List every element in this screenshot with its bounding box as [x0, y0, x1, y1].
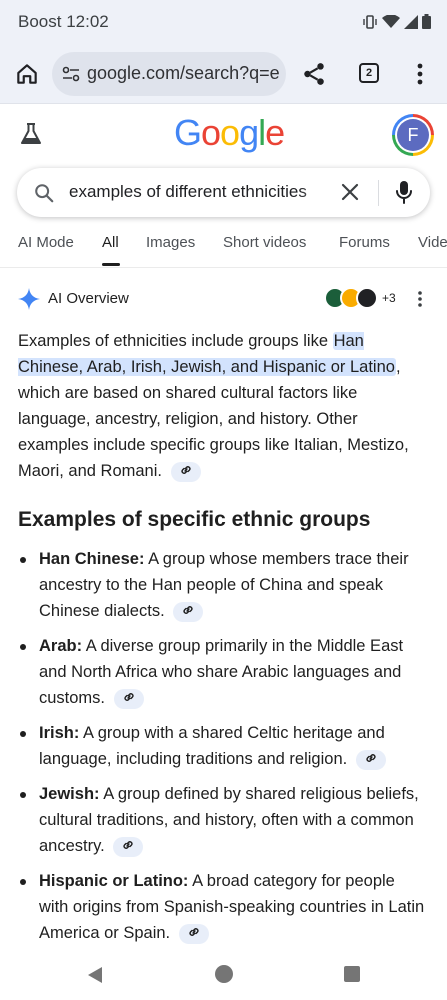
list-item: Hispanic or Latino: A broad category for… [18, 868, 428, 946]
list-item: Irish: A group with a shared Celtic heri… [18, 720, 428, 772]
tab-videos[interactable]: Vide [418, 234, 447, 251]
active-tab-indicator [102, 263, 120, 266]
tab-forums[interactable]: Forums [339, 234, 390, 251]
section-title: Examples of specific ethnic groups [18, 508, 371, 531]
tab-ai-mode[interactable]: AI Mode [18, 234, 74, 251]
link-icon [183, 605, 193, 614]
ethnic-groups-list: Han Chinese: A group whose members trace… [18, 546, 428, 955]
group-name: Irish: [39, 724, 80, 742]
avatar-initial[interactable]: F [397, 119, 429, 151]
search-icon [35, 184, 54, 203]
search-text-fade [299, 176, 339, 208]
group-name: Hispanic or Latino: [39, 872, 189, 890]
logo-letter: e [265, 112, 285, 153]
link-icon [124, 692, 134, 701]
link-icon [123, 840, 133, 849]
labs-flask-icon[interactable] [20, 122, 42, 146]
logo-letter: g [239, 112, 259, 153]
status-carrier-time: Boost 12:02 [18, 12, 109, 31]
tab-images[interactable]: Images [146, 234, 195, 251]
home-icon[interactable] [14, 61, 40, 87]
citation-link-button[interactable] [173, 601, 204, 622]
system-nav-bar [0, 950, 447, 1000]
list-item: Jewish: A group defined by shared religi… [18, 781, 428, 859]
group-name: Arab: [39, 637, 83, 655]
link-icon [366, 753, 376, 762]
citation-link-button[interactable] [170, 461, 201, 482]
mic-icon[interactable] [395, 180, 413, 206]
url-bar[interactable]: google.com/search?q=e [52, 52, 286, 96]
list-item: Han Chinese: A group whose members trace… [18, 546, 428, 624]
group-name: Han Chinese: [39, 550, 145, 568]
logo-letter: o [201, 112, 221, 153]
browser-toolbar: google.com/search?q=e 2 [0, 44, 447, 104]
citation-link-button[interactable] [113, 688, 144, 709]
logo-letter: G [174, 112, 202, 153]
link-icon [189, 927, 199, 936]
bullet-dot [20, 879, 26, 885]
bullet-dot [20, 792, 26, 798]
bullet-dot [20, 644, 26, 650]
group-name: Jewish: [39, 785, 100, 803]
search-divider [378, 180, 379, 206]
more-vert-icon[interactable] [414, 289, 426, 309]
more-vert-icon[interactable] [412, 61, 428, 87]
tab-short-videos[interactable]: Short videos [223, 234, 306, 251]
source-count[interactable]: +3 [382, 291, 396, 305]
citation-link-button[interactable] [178, 923, 209, 944]
list-item: Arab: A diverse group primarily in the M… [18, 633, 428, 711]
recents-button[interactable] [344, 966, 360, 982]
group-description: A group with a shared Celtic heritage an… [39, 724, 385, 768]
home-nav-button[interactable] [215, 965, 233, 983]
account-avatar[interactable]: F [392, 114, 434, 156]
signal-icon [404, 14, 418, 29]
intro-text: Examples of ethnicities include groups l… [18, 332, 333, 350]
clear-icon[interactable] [340, 182, 360, 202]
group-description: A diverse group primarily in the Middle … [39, 637, 404, 707]
logo-letter: o [220, 112, 240, 153]
link-icon [180, 465, 191, 474]
source-favicons[interactable]: +3 [324, 287, 396, 309]
share-icon[interactable] [301, 61, 327, 87]
search-tabs: AI Mode All Images Short videos Forums V… [0, 230, 447, 268]
tab-all[interactable]: All [102, 234, 119, 251]
battery-icon [422, 14, 431, 29]
url-text[interactable]: google.com/search?q=e [87, 63, 280, 84]
tune-icon[interactable] [62, 65, 80, 83]
status-bar: Boost 12:02 [0, 0, 447, 44]
ai-sparkle-icon [18, 288, 40, 310]
ai-overview-intro: Examples of ethnicities include groups l… [18, 328, 428, 484]
back-icon[interactable] [86, 965, 104, 985]
google-logo[interactable]: Google [174, 112, 285, 154]
source-icon[interactable] [356, 287, 378, 309]
bullet-dot [20, 731, 26, 737]
bullet-dot [20, 557, 26, 563]
wifi-icon [382, 14, 400, 28]
tab-switcher-button[interactable]: 2 [359, 63, 379, 83]
status-icons [362, 14, 431, 29]
citation-link-button[interactable] [113, 836, 144, 857]
search-box[interactable]: examples of different ethnicities [17, 168, 430, 217]
intro-text: , which are based on shared cultural fac… [18, 358, 409, 480]
ai-overview-title: AI Overview [48, 290, 129, 307]
vibrate-icon [363, 14, 377, 29]
citation-link-button[interactable] [355, 749, 386, 770]
